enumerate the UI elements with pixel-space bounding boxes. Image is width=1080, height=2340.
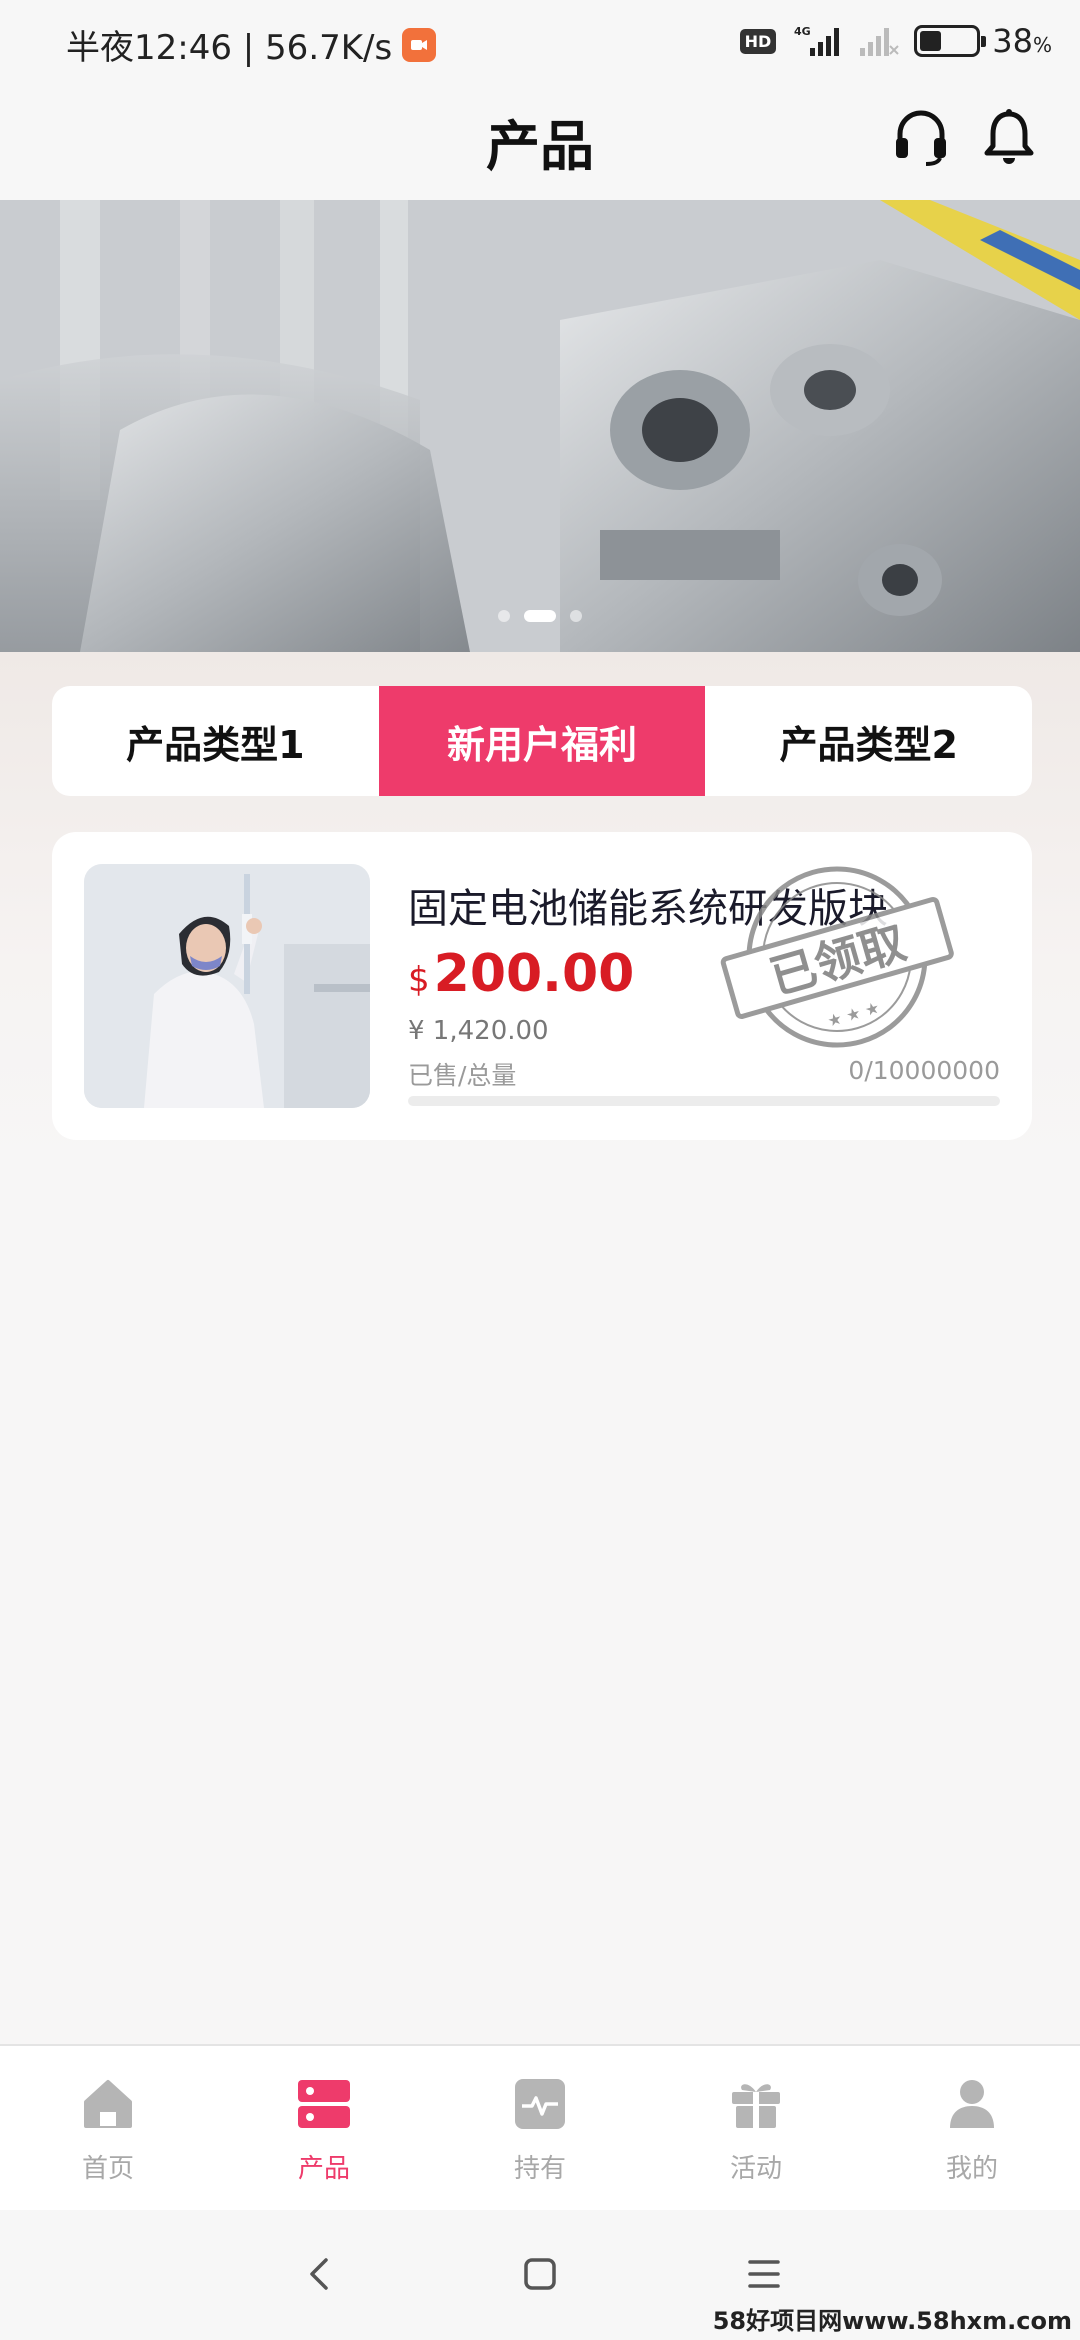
menu-icon[interactable] [740,2250,788,2298]
bottom-nav: 首页 产品 持有 活动 我的 [0,2044,1080,2210]
nav-item-product[interactable]: 产品 [216,2046,432,2210]
price-currency: $ [408,960,430,1000]
nav-item-profile[interactable]: 我的 [864,2046,1080,2210]
banner-dots [0,610,1080,622]
product-card[interactable]: 固定电池储能系统研发版块 $ 200.00 ¥ 1,420.00 已售/总量 0… [52,832,1032,1140]
sold-label: 已售/总量 [408,1061,517,1090]
nav-item-holdings[interactable]: 持有 [432,2046,648,2210]
svg-text:4G: 4G [794,25,811,38]
system-nav-bar: 58好项目网www.58hxm.com [0,2210,1080,2340]
profile-icon [950,2080,994,2128]
claimed-stamp: 已领取 ★ ★ ★ [720,866,954,1048]
category-tabs: 产品类型1 新用户福利 产品类型2 [52,686,1032,796]
home-icon [84,2080,132,2128]
banner-carousel[interactable] [0,200,1080,652]
back-icon[interactable] [296,2250,344,2298]
tab-product-type-2[interactable]: 产品类型2 [705,686,1032,796]
hd-badge: HD [739,28,777,54]
app-header: 产品 [0,84,1080,200]
headset-icon[interactable] [890,106,952,168]
tab-new-user-benefit[interactable]: 新用户福利 [378,686,706,796]
status-time: 半夜12:46 | 56.7K/s [66,28,393,68]
sold-progress-bar [408,1096,1000,1106]
nav-label-holdings: 持有 [513,2154,566,2184]
nav-label-profile: 我的 [945,2154,998,2184]
nav-label-activity: 活动 [729,2154,782,2184]
nav-item-home[interactable]: 首页 [0,2046,216,2210]
svg-text:★ ★ ★: ★ ★ ★ [825,998,881,1031]
gift-icon [732,2084,780,2128]
bell-icon[interactable] [978,106,1040,168]
nav-label-product: 产品 [297,2154,350,2184]
banner-image [0,200,1080,652]
status-right: HD 4G 38% [739,22,1052,60]
original-price: ¥ 1,420.00 [408,1016,549,1046]
status-bar: 半夜12:46 | 56.7K/s HD 4G 38% [0,0,1080,84]
signal-4g-icon: 4G [794,25,840,56]
watermark: 58好项目网www.58hxm.com [712,2307,1072,2335]
banner-dot[interactable] [498,610,510,622]
banner-dot[interactable] [570,610,582,622]
screen-record-icon [402,27,437,62]
nav-item-activity[interactable]: 活动 [648,2046,864,2210]
product-price: $ 200.00 [408,944,634,1004]
tab-product-type-1[interactable]: 产品类型1 [52,686,379,796]
product-thumbnail [84,864,370,1108]
nav-label-home: 首页 [81,2154,134,2184]
signal-no-service-icon [860,28,899,56]
holdings-icon [515,2079,565,2129]
battery-icon [914,25,987,57]
price-value: 200.00 [433,944,635,1004]
product-icon [298,2080,350,2128]
battery-fill [920,31,941,51]
banner-dot[interactable] [524,610,556,622]
battery-text: 38% [992,22,1052,60]
status-left: 半夜12:46 | 56.7K/s [66,20,437,69]
home-button-icon[interactable] [516,2250,564,2298]
